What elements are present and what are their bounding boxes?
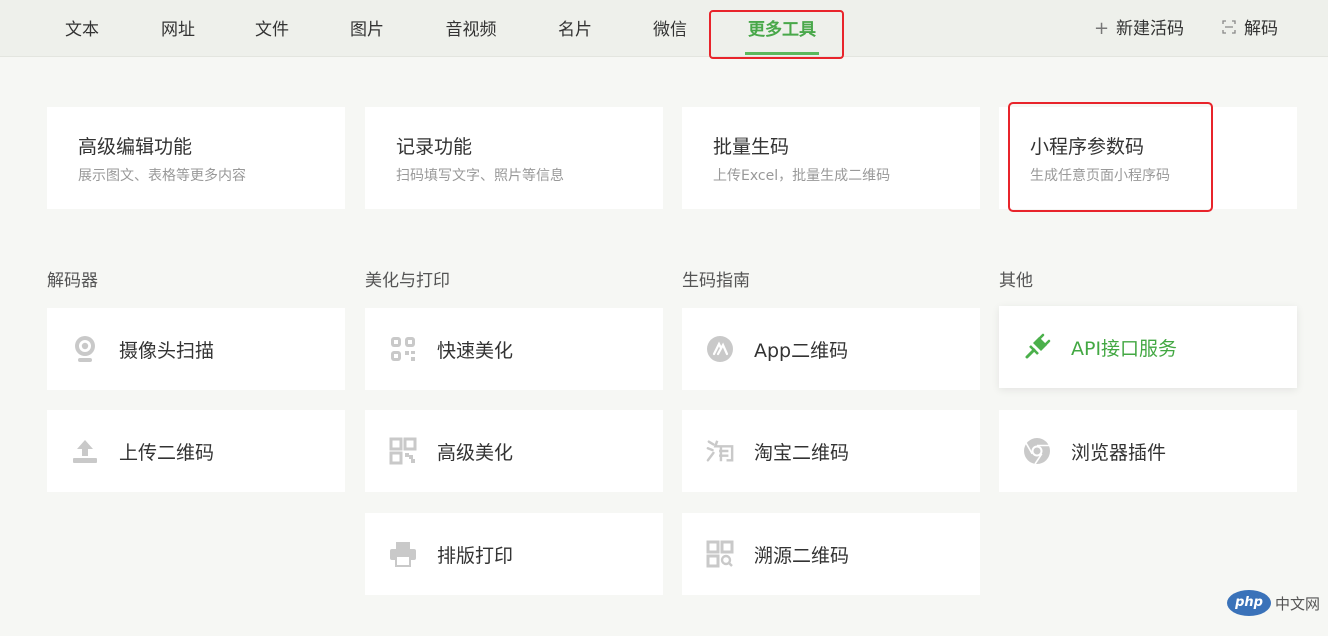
browser-plugin-button[interactable]: 浏览器插件 — [999, 410, 1297, 492]
section-title-other: 其他 — [999, 271, 1033, 291]
section-title-decoder: 解码器 — [47, 271, 98, 291]
section-title-beautify: 美化与打印 — [365, 271, 450, 291]
trace-qr-button[interactable]: 溯源二维码 — [682, 513, 980, 595]
tab-image[interactable]: 图片 — [337, 0, 397, 57]
tab-label: 微信 — [653, 20, 687, 40]
tool-label: 快速美化 — [437, 339, 514, 362]
tab-wechat[interactable]: 微信 — [640, 0, 700, 57]
tab-audio-video[interactable]: 音视频 — [436, 0, 506, 57]
browser-icon — [1023, 437, 1051, 465]
feature-highlight-box — [1008, 102, 1213, 212]
scan-icon — [1222, 19, 1238, 38]
tool-label: 溯源二维码 — [754, 544, 850, 567]
decode-button[interactable]: 解码 — [1222, 0, 1278, 57]
tab-label: 文件 — [255, 20, 289, 40]
feature-desc: 扫码填写文字、照片等信息 — [396, 168, 564, 184]
feature-advanced-edit[interactable]: 高级编辑功能 展示图文、表格等更多内容 — [47, 107, 345, 209]
watermark: php 中文网 — [1227, 590, 1320, 616]
tab-business-card[interactable]: 名片 — [545, 0, 605, 57]
tool-label: 上传二维码 — [119, 441, 215, 464]
decode-label: 解码 — [1244, 18, 1278, 39]
tool-label: 排版打印 — [437, 544, 514, 567]
trace-qr-icon — [706, 540, 734, 568]
new-code-label: 新建活码 — [1116, 18, 1184, 39]
section-title-guide: 生码指南 — [682, 271, 750, 291]
watermark-text: 中文网 — [1275, 594, 1321, 613]
tab-label: 文本 — [65, 20, 99, 40]
tab-highlight-box — [709, 10, 844, 59]
upload-icon — [71, 437, 99, 465]
taobao-icon — [706, 437, 734, 465]
feature-batch-generate[interactable]: 批量生码 上传Excel，批量生成二维码 — [682, 107, 980, 209]
camera-icon — [71, 335, 99, 363]
feature-record[interactable]: 记录功能 扫码填写文字、照片等信息 — [365, 107, 663, 209]
tab-label: 音视频 — [445, 20, 497, 40]
tool-label: 高级美化 — [437, 441, 514, 464]
feature-title: 批量生码 — [713, 136, 790, 158]
feature-title: 高级编辑功能 — [78, 136, 193, 158]
printer-icon — [389, 540, 417, 568]
tool-label: API接口服务 — [1071, 337, 1178, 360]
feature-title: 记录功能 — [396, 136, 473, 158]
plug-icon — [1023, 333, 1051, 361]
api-service-button[interactable]: API接口服务 — [999, 306, 1297, 388]
tab-text[interactable]: 文本 — [52, 0, 112, 57]
tool-label: 浏览器插件 — [1071, 441, 1167, 464]
tab-label: 名片 — [558, 20, 592, 40]
tool-label: 淘宝二维码 — [754, 441, 850, 464]
app-store-icon — [706, 335, 734, 363]
tab-label: 网址 — [161, 20, 195, 40]
camera-scan-button[interactable]: 摄像头扫描 — [47, 308, 345, 390]
watermark-logo: php — [1227, 590, 1271, 616]
plus-icon: + — [1094, 17, 1110, 39]
qr-advanced-icon — [389, 437, 417, 465]
tab-url[interactable]: 网址 — [148, 0, 208, 57]
tool-label: App二维码 — [754, 339, 849, 362]
feature-desc: 展示图文、表格等更多内容 — [78, 168, 246, 184]
qr-beautify-icon — [389, 335, 417, 363]
tool-label: 摄像头扫描 — [119, 339, 215, 362]
top-nav: 文本 网址 文件 图片 音视频 名片 微信 更多工具 + 新建活码 解码 — [0, 0, 1328, 59]
advanced-beautify-button[interactable]: 高级美化 — [365, 410, 663, 492]
tab-label: 图片 — [350, 20, 384, 40]
app-qr-button[interactable]: App二维码 — [682, 308, 980, 390]
tab-file[interactable]: 文件 — [242, 0, 302, 57]
taobao-qr-button[interactable]: 淘宝二维码 — [682, 410, 980, 492]
quick-beautify-button[interactable]: 快速美化 — [365, 308, 663, 390]
upload-qr-button[interactable]: 上传二维码 — [47, 410, 345, 492]
layout-print-button[interactable]: 排版打印 — [365, 513, 663, 595]
new-dynamic-code-button[interactable]: + 新建活码 — [1094, 0, 1184, 57]
feature-desc: 上传Excel，批量生成二维码 — [713, 168, 891, 184]
